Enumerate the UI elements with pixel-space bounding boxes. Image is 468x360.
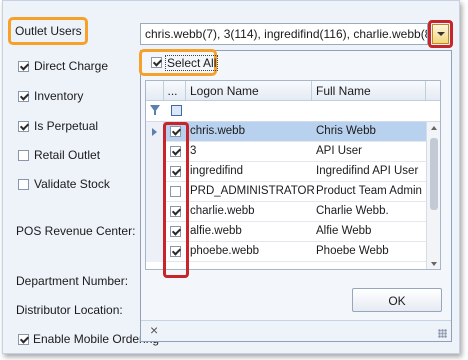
users-grid: ... Logon Name Full Name chris.webb Chris… — [145, 80, 441, 270]
pos-revenue-center-label: POS Revenue Center: — [16, 224, 136, 238]
logon-name-cell: 3 — [190, 145, 197, 157]
full-name-cell: Chris Webb — [316, 125, 376, 137]
scroll-down-arrow-icon[interactable] — [431, 262, 437, 266]
retail-outlet-checkbox[interactable] — [18, 150, 29, 161]
scroll-up-arrow-icon[interactable] — [431, 126, 437, 130]
outlet-users-label: Outlet Users — [15, 24, 82, 38]
popup-status-bar: × — [141, 320, 451, 341]
row-pointer-icon — [152, 128, 157, 136]
full-name-cell: Phoebe Webb — [316, 245, 389, 257]
dropdown-highlight — [428, 20, 453, 48]
inventory-checkbox[interactable] — [18, 91, 29, 102]
row-indicator — [146, 222, 164, 242]
is-perpetual-checkbox[interactable] — [18, 121, 29, 132]
outlet-users-field[interactable]: chris.webb(7), 3(114), ingredifind(116),… — [140, 23, 428, 45]
logon-name-cell: PRD_ADMINISTRATOR — [190, 185, 315, 197]
row-indicator — [146, 162, 164, 182]
row-indicator — [146, 242, 164, 262]
logon-name-cell: phoebe.webb — [190, 245, 260, 257]
logon-name-cell: chris.webb — [190, 125, 245, 137]
vertical-scrollbar[interactable] — [426, 122, 440, 269]
department-number-label: Department Number: — [16, 274, 129, 288]
select-all-checkbox[interactable] — [151, 57, 162, 68]
scroll-thumb[interactable] — [430, 138, 438, 210]
check-column-header: ... — [167, 84, 178, 98]
grid-header-full[interactable]: Full Name — [312, 81, 426, 101]
row-indicator — [146, 122, 164, 142]
enable-mobile-ordering-checkbox[interactable] — [18, 334, 29, 345]
checkbox-column-highlight — [163, 122, 189, 278]
ok-button[interactable]: OK — [352, 288, 442, 312]
full-name-cell: API User — [316, 145, 363, 157]
full-name-cell: Charlie Webb. — [316, 205, 389, 217]
validate-stock-label: Validate Stock — [34, 177, 110, 191]
distributor-location-label: Distributor Location: — [16, 303, 123, 317]
direct-charge-label: Direct Charge — [34, 59, 109, 73]
full-name-cell: Product Team Admin — [316, 185, 422, 197]
logon-name-cell: charlie.webb — [190, 205, 255, 217]
logon-column-header: Logon Name — [190, 84, 259, 98]
row-indicator — [146, 202, 164, 222]
resize-grip-icon[interactable] — [438, 329, 447, 338]
full-name-cell: Ingredifind API User — [316, 165, 419, 177]
validate-stock-checkbox[interactable] — [18, 179, 29, 190]
logon-name-cell: alfie.webb — [190, 225, 242, 237]
grid-header-indicator — [146, 81, 164, 101]
row-indicator — [146, 142, 164, 162]
row-indicator — [146, 182, 164, 202]
is-perpetual-label: Is Perpetual — [34, 119, 99, 133]
column-chooser-icon[interactable] — [171, 105, 182, 116]
grid-header-logon[interactable]: Logon Name — [186, 81, 312, 101]
filter-icon-stem — [154, 111, 156, 115]
grid-header-scroll-corner — [426, 81, 440, 101]
logon-name-cell: ingredifind — [190, 165, 244, 177]
outlet-users-value: chris.webb(7), 3(114), ingredifind(116),… — [145, 27, 428, 41]
select-all-label[interactable]: Select All — [165, 55, 219, 71]
filter-row[interactable] — [146, 101, 440, 122]
direct-charge-checkbox[interactable] — [18, 61, 29, 72]
ok-button-label: OK — [388, 294, 406, 308]
full-name-cell: Alfie Webb — [316, 225, 372, 237]
retail-outlet-label: Retail Outlet — [34, 148, 101, 162]
close-icon[interactable]: × — [150, 322, 158, 338]
grid-header-check[interactable]: ... — [164, 81, 186, 101]
full-name-column-header: Full Name — [316, 84, 371, 98]
inventory-label: Inventory — [34, 89, 84, 103]
